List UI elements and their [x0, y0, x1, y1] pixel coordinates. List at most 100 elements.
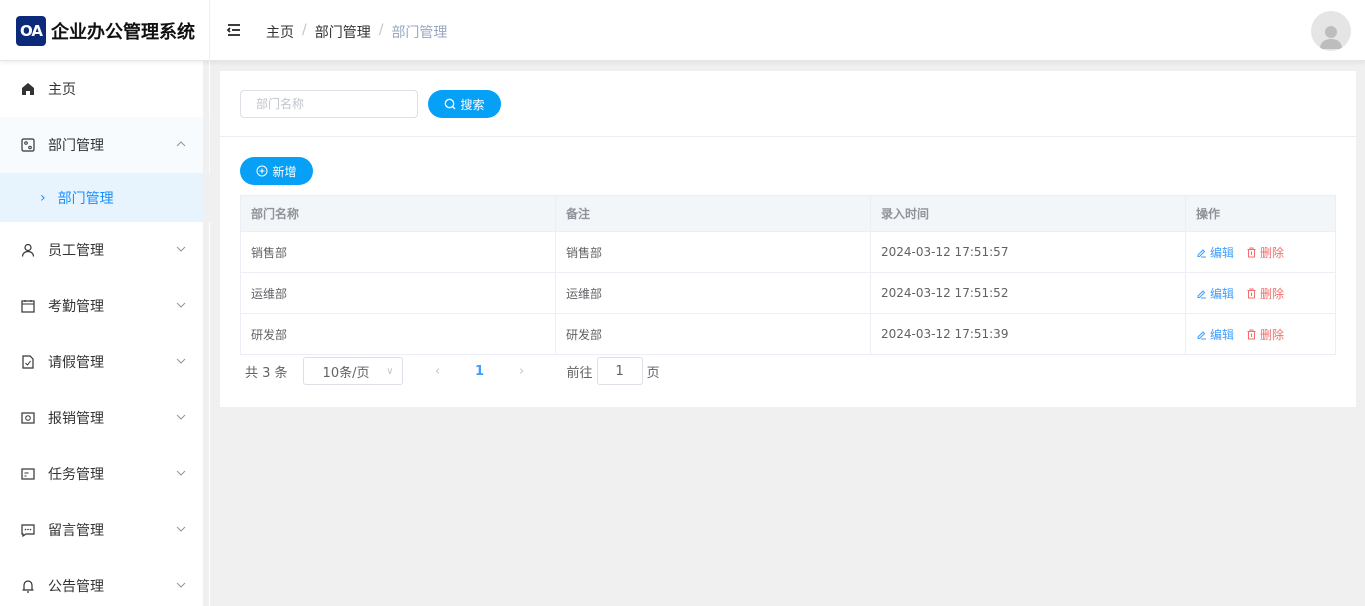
plus-circle-icon [256, 165, 268, 177]
department-icon [20, 137, 36, 153]
chevron-right-icon: › [40, 189, 46, 206]
prev-page-button[interactable]: ‹ [423, 364, 453, 379]
chevron-up-icon [176, 141, 186, 147]
add-button-label: 新增 [272, 164, 297, 179]
user-avatar-icon [1320, 26, 1342, 49]
cell-remark: 研发部 [555, 313, 871, 355]
delete-button[interactable]: 删除 [1246, 244, 1284, 261]
edit-label: 编辑 [1210, 286, 1235, 301]
next-page-button[interactable]: › [507, 364, 537, 379]
sidebar-item-notice[interactable]: 公告管理 [0, 558, 210, 606]
trash-icon [1247, 247, 1256, 257]
goto-page: 前往 页 [567, 357, 660, 385]
table-header: 部门名称 备注 录入时间 操作 [240, 195, 1336, 232]
trash-icon [1247, 329, 1256, 339]
department-table: 部门名称 备注 录入时间 操作 销售部 销售部 2024-03-12 17:51… [240, 195, 1336, 355]
chevron-down-icon [176, 470, 186, 476]
search-button-label: 搜索 [460, 97, 485, 112]
sidebar-item-employee[interactable]: 员工管理 [0, 222, 210, 278]
chevron-down-icon [176, 302, 186, 308]
app-title: 企业办公管理系统 [51, 21, 195, 43]
avatar[interactable] [1311, 11, 1351, 51]
column-header-time: 录入时间 [870, 195, 1186, 232]
edit-label: 编辑 [1210, 327, 1235, 342]
sidebar-item-home[interactable]: 主页 [0, 61, 210, 117]
column-header-remark: 备注 [555, 195, 871, 232]
sidebar: 主页 部门管理 › 部门管理 员工管理 考勤管理 请假管理 报销管理 任务管理 留… [0, 61, 210, 606]
delete-button[interactable]: 删除 [1246, 326, 1284, 343]
goto-label: 前往 [566, 365, 593, 381]
trash-icon [1247, 288, 1256, 298]
chevron-down-icon: ∨ [386, 366, 394, 377]
cell-actions: 编辑 删除 [1185, 231, 1336, 273]
search-bar: 搜索 [220, 71, 1356, 137]
chevron-down-icon [176, 414, 186, 420]
page-size-value: 10条/页 [322, 365, 370, 381]
sidebar-item-task[interactable]: 任务管理 [0, 446, 210, 502]
content-card: 搜索 新增 部门名称 备注 录入时间 操作 销售部 销售部 2024-03-12… [220, 71, 1356, 407]
sidebar-item-label: 公告管理 [48, 579, 104, 595]
bell-icon [20, 578, 36, 594]
edit-button[interactable]: 编辑 [1196, 326, 1234, 343]
search-button[interactable]: 搜索 [428, 90, 501, 118]
sidebar-subitem-department[interactable]: › 部门管理 [0, 173, 210, 222]
message-icon [20, 522, 36, 538]
home-icon [20, 81, 36, 97]
sidebar-item-department[interactable]: 部门管理 [0, 117, 210, 173]
sidebar-subitem-label: 部门管理 [57, 190, 114, 207]
breadcrumb-home[interactable]: 主页 [266, 22, 294, 42]
goto-page-input[interactable] [596, 357, 643, 385]
money-icon [20, 410, 36, 426]
column-header-actions: 操作 [1185, 195, 1336, 232]
logo: OA 企业办公管理系统 [0, 0, 210, 61]
add-button[interactable]: 新增 [240, 157, 313, 185]
sidebar-item-label: 考勤管理 [48, 299, 104, 315]
cell-actions: 编辑 删除 [1185, 272, 1336, 314]
cell-actions: 编辑 删除 [1185, 313, 1336, 355]
chevron-down-icon [176, 246, 186, 252]
sidebar-item-message[interactable]: 留言管理 [0, 502, 210, 558]
cell-remark: 销售部 [555, 231, 871, 273]
leave-icon [20, 354, 36, 370]
department-name-input[interactable] [240, 90, 418, 118]
cell-remark: 运维部 [555, 272, 871, 314]
breadcrumb-department: 部门管理 [314, 25, 371, 41]
sidebar-item-attendance[interactable]: 考勤管理 [0, 278, 210, 334]
sidebar-item-leave[interactable]: 请假管理 [0, 334, 210, 390]
sidebar-item-label: 主页 [48, 82, 76, 98]
cell-name: 研发部 [240, 313, 556, 355]
page-number[interactable]: 1 [465, 364, 495, 379]
edit-label: 编辑 [1210, 245, 1235, 260]
delete-button[interactable]: 删除 [1246, 285, 1284, 302]
cell-time: 2024-03-12 17:51:39 [870, 313, 1186, 355]
chevron-down-icon [176, 526, 186, 532]
breadcrumb-current: 部门管理 [391, 25, 448, 41]
edit-icon [1197, 289, 1206, 298]
sidebar-scrollbar[interactable] [203, 61, 209, 606]
edit-button[interactable]: 编辑 [1196, 285, 1234, 302]
sidebar-item-label: 报销管理 [48, 411, 104, 427]
pagination: 共 3 条 10条/页 ∨ ‹ 1 › 前往 页 [245, 357, 660, 385]
delete-label: 删除 [1260, 286, 1285, 301]
delete-label: 删除 [1260, 327, 1285, 342]
pagination-total: 共 3 条 [245, 365, 288, 381]
user-icon [20, 242, 36, 258]
menu-toggle-icon[interactable] [226, 22, 242, 38]
table-row: 销售部 销售部 2024-03-12 17:51:57 编辑 删除 [240, 231, 1336, 273]
chevron-down-icon [176, 358, 186, 364]
page-size-select[interactable]: 10条/页 ∨ [302, 357, 403, 385]
cell-name: 销售部 [240, 231, 556, 273]
sidebar-item-label: 员工管理 [48, 243, 104, 259]
sidebar-item-label: 任务管理 [48, 467, 104, 483]
search-icon [445, 98, 456, 110]
sidebar-item-label: 请假管理 [48, 355, 104, 371]
calendar-icon [20, 298, 36, 314]
sidebar-item-reimburse[interactable]: 报销管理 [0, 390, 210, 446]
breadcrumb: 主页 / 部门管理 / 部门管理 [266, 22, 448, 42]
column-header-name: 部门名称 [240, 195, 556, 232]
top-header: OA 企业办公管理系统 主页 / 部门管理 / 部门管理 [0, 0, 1365, 61]
cell-time: 2024-03-12 17:51:52 [870, 272, 1186, 314]
edit-button[interactable]: 编辑 [1196, 244, 1234, 261]
goto-suffix: 页 [646, 365, 660, 381]
table-row: 运维部 运维部 2024-03-12 17:51:52 编辑 删除 [240, 272, 1336, 314]
